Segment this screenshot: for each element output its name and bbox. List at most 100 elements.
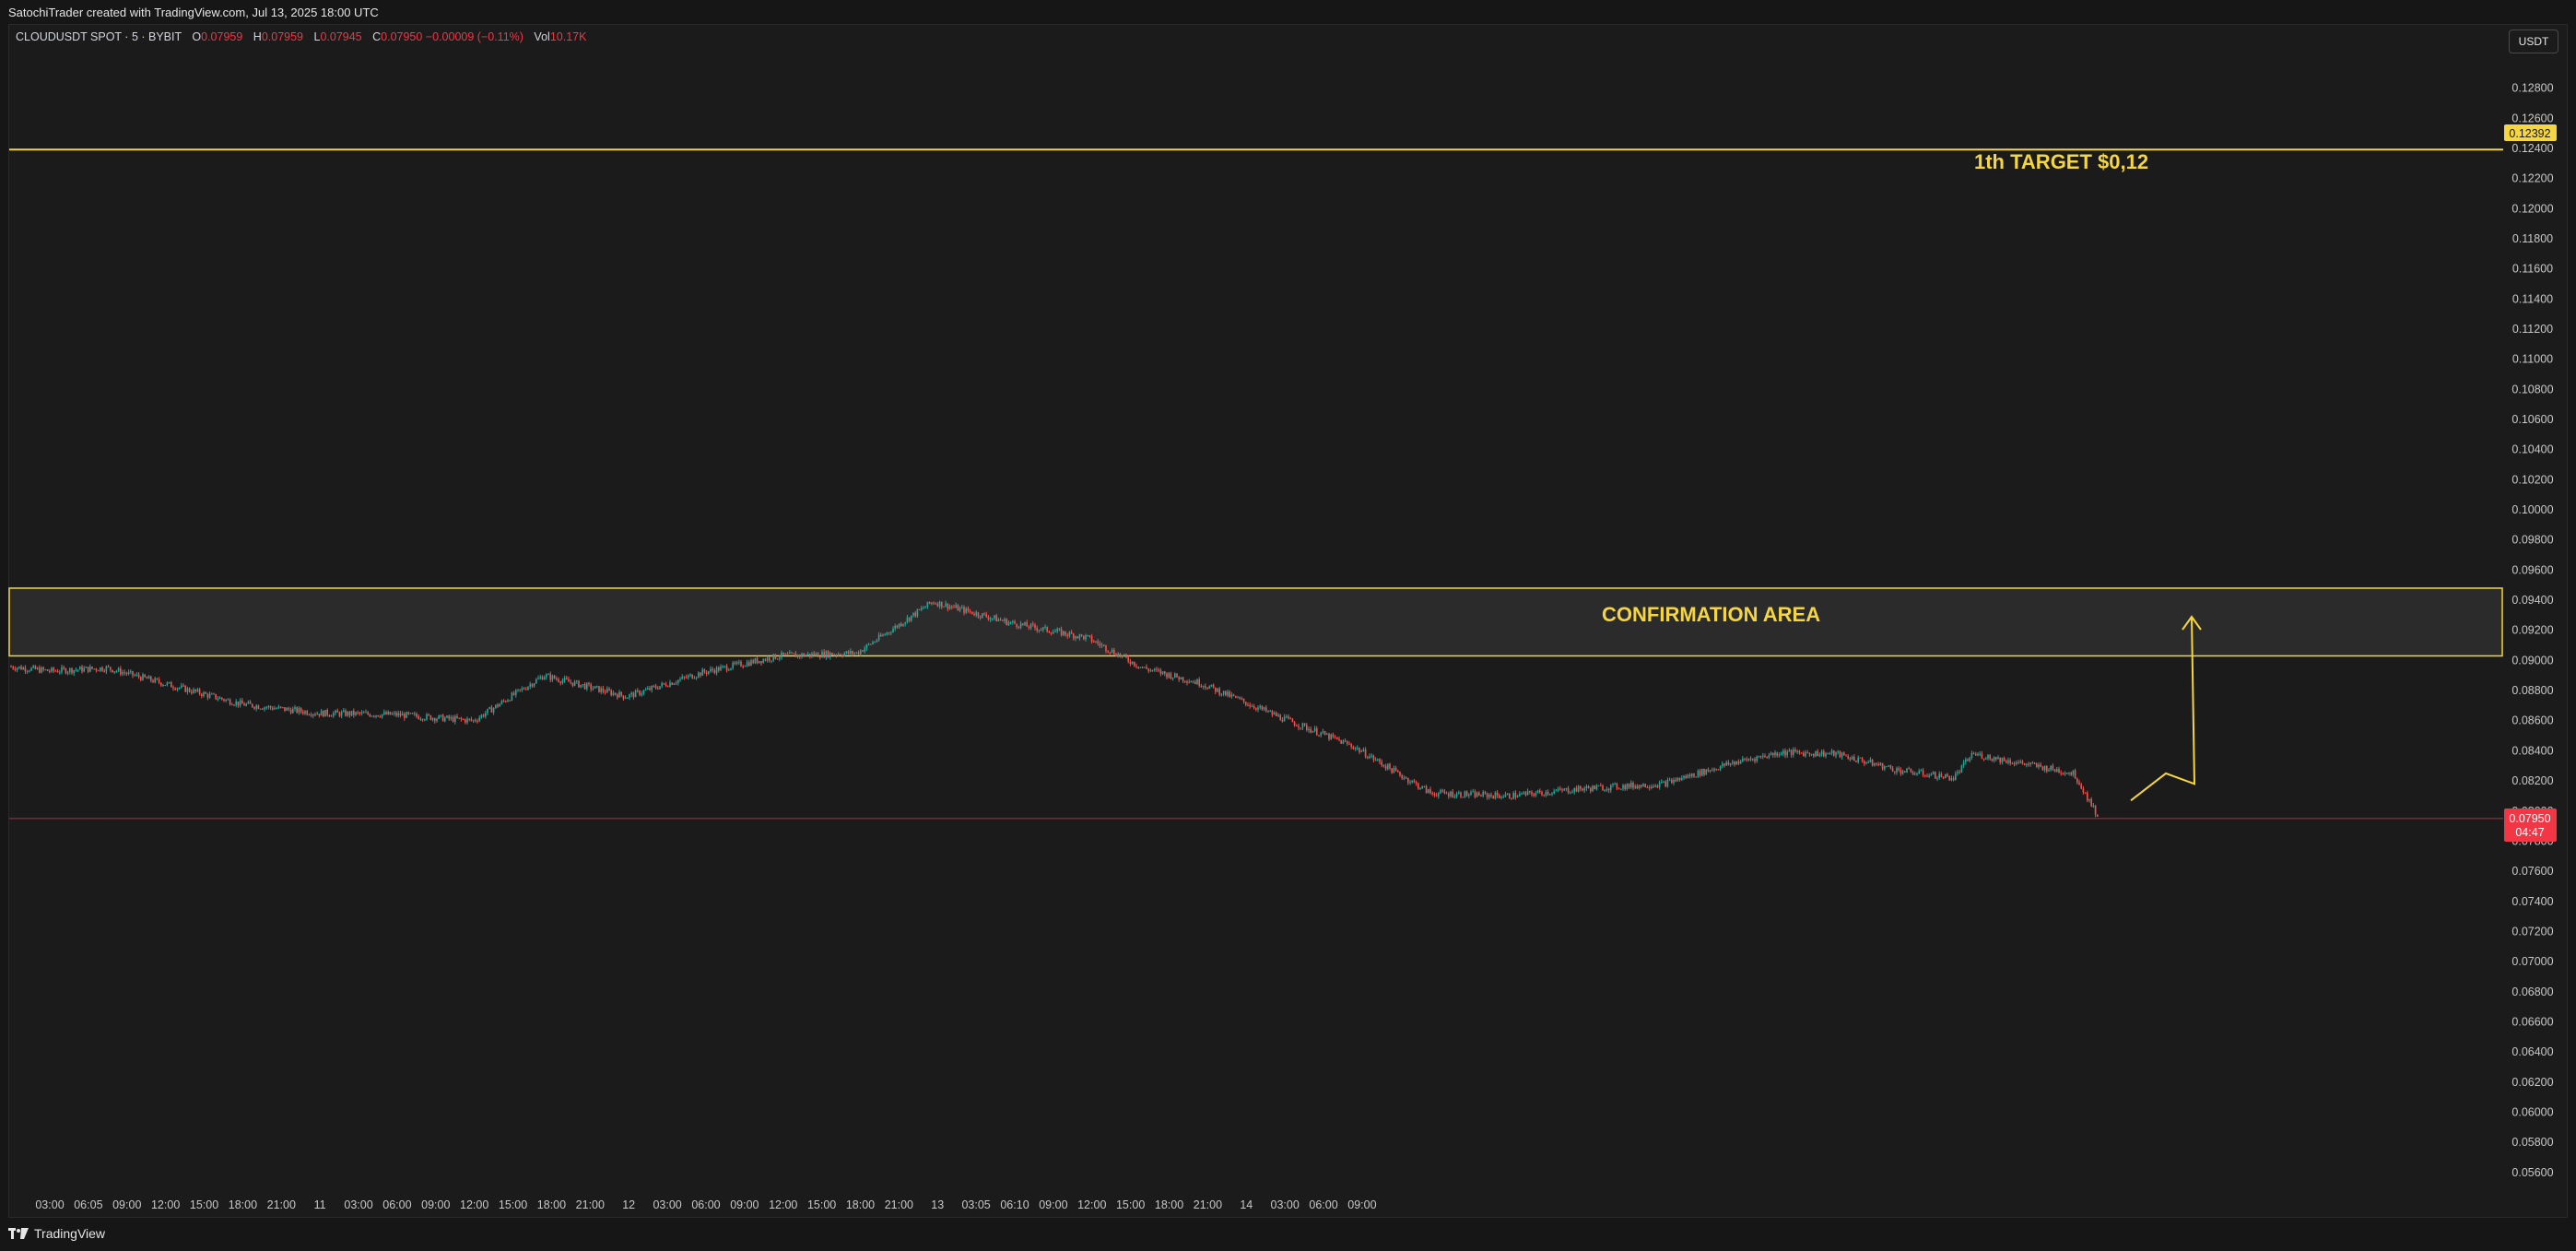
candle-body — [253, 707, 255, 709]
candle-body — [1967, 759, 1969, 761]
last-price-label: 0.07950 04:47 — [2504, 808, 2557, 842]
candle-body — [1019, 623, 1022, 628]
candle-body — [1156, 668, 1158, 670]
candle-body — [1105, 645, 1107, 652]
candle-body — [703, 669, 706, 673]
price-tick-label: 0.07200 — [2511, 925, 2553, 938]
candle-body — [541, 677, 544, 680]
candle-body — [353, 710, 355, 715]
candle-body — [945, 603, 947, 607]
candle-body — [233, 704, 235, 706]
candle-body — [669, 682, 671, 687]
candle-body — [847, 651, 850, 655]
candle-body — [1009, 621, 1012, 623]
target-annotation-text[interactable]: 1th TARGET $0,12 — [1974, 150, 2148, 173]
candle-body — [1906, 768, 1908, 773]
candle-body — [2052, 765, 2054, 770]
candle-body — [1431, 793, 1433, 795]
time-axis[interactable]: 03:00 06:05 09:00 12:00 15:00 18:00 21:00 11 03:… — [35, 1198, 1376, 1211]
candle-body — [1606, 788, 1608, 791]
candle-body — [1220, 694, 1223, 696]
candle-body — [103, 670, 105, 672]
zone-annotation-text[interactable]: CONFIRMATION AREA — [1602, 603, 1820, 626]
candle-body — [81, 667, 83, 672]
candle-body — [683, 676, 686, 678]
candle-body — [994, 615, 995, 619]
candle-body — [1338, 738, 1340, 740]
price-tick-label: 0.07600 — [2511, 865, 2553, 878]
candle-body — [1539, 790, 1541, 793]
confirmation-area-zone[interactable] — [8, 587, 2503, 657]
candle-body — [2041, 766, 2044, 771]
candle-body — [1827, 753, 1829, 755]
candle-body — [221, 697, 223, 700]
candle-body — [12, 667, 14, 669]
candle-body — [1614, 783, 1616, 785]
candle-body — [1340, 739, 1342, 744]
price-tick-label: 0.12200 — [2511, 172, 2553, 185]
candle-body — [549, 674, 551, 680]
currency-unit-button[interactable]: USDT — [2509, 30, 2558, 53]
candle-body — [385, 712, 387, 714]
candle-body — [201, 693, 203, 697]
candle-body — [69, 667, 71, 672]
price-tick-label: 0.11200 — [2512, 323, 2553, 336]
candle-body — [507, 700, 509, 702]
tradingview-logo[interactable]: TradingView — [8, 1226, 105, 1241]
candle-body — [294, 707, 296, 709]
candle-body — [1342, 740, 1345, 744]
candle-body — [1658, 782, 1661, 788]
candle-body — [397, 713, 399, 716]
candle-body — [580, 684, 582, 688]
candle-body — [815, 653, 817, 656]
candle-body — [1960, 765, 1963, 773]
candle-body — [324, 710, 326, 717]
candle-body — [1727, 761, 1730, 765]
candle-body — [1713, 768, 1715, 771]
candle-body — [1257, 707, 1259, 710]
candle-body — [781, 652, 782, 658]
candle-body — [1782, 750, 1784, 754]
candle-body — [269, 705, 272, 708]
candle-body — [1222, 690, 1225, 695]
candle-body — [1744, 758, 1746, 760]
candle-body — [819, 656, 821, 658]
candle-body — [1965, 759, 1967, 762]
candle-body — [1184, 680, 1186, 682]
candle-body — [1291, 718, 1294, 723]
candle-body — [1470, 792, 1472, 796]
candle-body — [1362, 749, 1365, 751]
candle-body — [764, 659, 767, 661]
candle-body — [634, 690, 637, 698]
candle-body — [1699, 770, 1701, 776]
candle-body — [583, 684, 586, 690]
candle-body — [49, 670, 51, 672]
chart-canvas[interactable]: 1th TARGET $0,12 CONFIRMATION AREA 0.128… — [0, 0, 2576, 1251]
candle-body — [1215, 687, 1217, 692]
candle-body — [1626, 784, 1629, 789]
candle-body — [26, 670, 29, 672]
candle-body — [582, 684, 584, 686]
candle-body — [1864, 761, 1865, 764]
candle-body — [1012, 620, 1014, 622]
candle-body — [488, 707, 490, 709]
open-label: O — [192, 30, 202, 43]
candle-body — [1577, 785, 1580, 792]
candle-body — [1413, 780, 1416, 783]
candle-body — [480, 714, 483, 718]
price-axis[interactable]: 0.12800 0.12600 0.12400 0.12200 0.12000 0.118… — [2511, 82, 2553, 1179]
candle-body — [1756, 756, 1758, 761]
candle-body — [963, 607, 965, 613]
candle-body — [383, 712, 385, 714]
candle-body — [809, 654, 811, 656]
candle-body — [1815, 750, 1817, 757]
candle-body — [335, 710, 336, 714]
candle-body — [231, 704, 233, 706]
candle-body — [1121, 655, 1123, 657]
symbol-label[interactable]: CLOUDUSDT SPOT · 5 · BYBIT — [16, 30, 182, 43]
candle-body — [1732, 761, 1734, 763]
candle-body — [363, 712, 365, 714]
candle-body — [671, 682, 673, 685]
candle-body — [1940, 773, 1943, 778]
candle-body — [831, 653, 833, 655]
